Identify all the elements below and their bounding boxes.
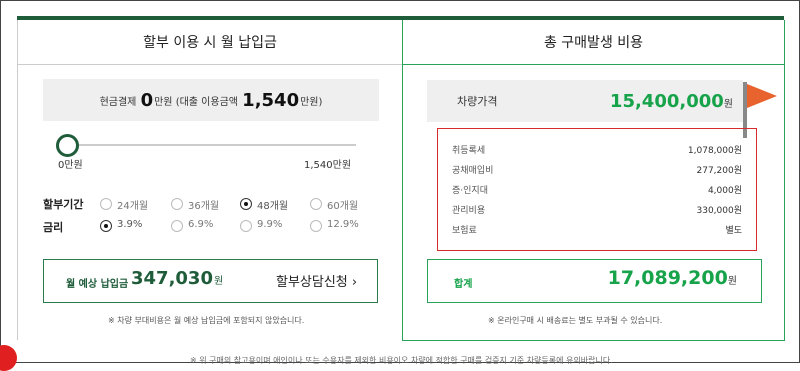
monthly-payment-box: 월 예상 납입금 347,030원 할부상담신청 › [43,259,378,303]
vehicle-price-label: 차량가격 [457,95,498,108]
installment-note: ※ 차량 부대비용은 월 예상 납입금에 포함되지 않았습니다. [108,316,305,325]
loan-unit: 만원) [300,96,323,108]
radio-rate-6-9-label: 6.9% [188,219,214,230]
consult-label: 할부상담신청 [276,275,348,290]
radio-rate-6-9[interactable] [171,220,183,232]
total-label: 합계 [454,279,473,290]
radio-48-months[interactable] [240,198,252,210]
total-value: 17,089,200원 [608,267,737,289]
installment-panel: 할부 이용 시 월 납입금 현금결제 0 만원 (대출 이용금액 1,540 만… [17,20,403,340]
bottom-disclaimer-text: ※ 위 구매의 참고용이며 애인이나 또는 수용자를 제외한 비용이오 차량에 … [190,356,613,365]
chevron-right-icon: › [351,275,358,290]
vehicle-price-box: 차량가격 15,400,000원 [427,80,743,122]
total-cost-box: 합계 17,089,200원 [427,259,762,303]
cost-row: 보험료 별도 [452,223,742,241]
installment-period-label: 할부기간 [43,198,84,211]
cash-slider-handle[interactable] [56,134,79,157]
radio-36-months[interactable] [171,198,183,210]
cash-label: 현금결제 [99,96,137,108]
cost-value: 330,000원 [696,206,743,216]
radio-60-months-label: 60개월 [327,201,359,212]
radio-36-months-label: 36개월 [188,201,220,212]
radio-60-months[interactable] [310,198,322,210]
cost-label: 증·인지대 [452,186,488,196]
radio-24-months-label: 24개월 [117,201,149,212]
monthly-payment-value: 347,030원 [131,268,223,289]
total-cost-panel: 총 구매발생 비용 차량가격 15,400,000원 취등록세 1,078,000… [402,20,785,341]
cost-label: 취등록세 [452,146,486,156]
cost-value: 277,200원 [696,166,743,176]
cost-row: 증·인지대 4,000원 [452,183,742,201]
cost-label: 공채매입비 [452,166,494,176]
total-cost-panel-title: 총 구매발생 비용 [403,20,784,65]
cash-slider-track[interactable] [66,144,356,146]
cost-label: 관리비용 [452,206,486,216]
radio-rate-3-9[interactable] [100,220,112,232]
cost-row: 취등록세 1,078,000원 [452,143,742,161]
additional-costs-box: 취등록세 1,078,000원 공채매입비 277,200원 증·인지대 4,000원… [437,128,757,251]
loan-label: (대출 이용금액 [175,96,238,108]
radio-48-months-label: 48개월 [257,201,289,212]
installment-consult-button[interactable]: 할부상담신청 › [276,271,357,290]
vehicle-price-amount: 15,400,000 [609,90,724,112]
cost-value: 4,000원 [707,186,742,196]
monthly-payment-label: 월 예상 납입금 [66,279,129,290]
vehicle-price-value: 15,400,000원 [610,91,733,112]
cost-row: 관리비용 330,000원 [452,203,742,221]
vehicle-price-unit: 원 [723,98,733,110]
installment-panel-title: 할부 이용 시 월 납입금 [18,20,402,65]
radio-rate-9-9[interactable] [240,220,252,232]
cost-label: 보험료 [452,226,477,236]
total-amount: 17,089,200 [607,267,728,289]
interest-rate-label: 금리 [43,221,64,234]
radio-24-months[interactable] [100,198,112,210]
monthly-payment-amount: 347,030 [131,268,213,289]
cost-value: 1,078,000원 [687,146,742,156]
loan-amount: 1,540 [242,89,300,111]
slider-min-label: 0만원 [58,160,83,171]
radio-rate-12-9-label: 12.9% [327,219,359,230]
cash-payment-box: 현금결제 0 만원 (대출 이용금액 1,540 만원) [43,79,379,121]
delivery-note: ※ 온라인구매 시 배송료는 별도 부과될 수 있습니다. [488,316,663,325]
slider-max-label: 1,540만원 [304,160,352,171]
cost-row: 공채매입비 277,200원 [452,163,742,181]
flag-icon [747,84,777,108]
monthly-payment-unit: 원 [213,276,224,287]
cash-unit: 만원 [154,96,173,108]
radio-rate-9-9-label: 9.9% [257,219,283,230]
cost-value: 별도 [725,226,742,236]
radio-rate-3-9-label: 3.9% [117,219,143,230]
cash-amount: 0 [140,89,154,111]
total-unit: 원 [727,276,737,287]
radio-rate-12-9[interactable] [310,220,322,232]
